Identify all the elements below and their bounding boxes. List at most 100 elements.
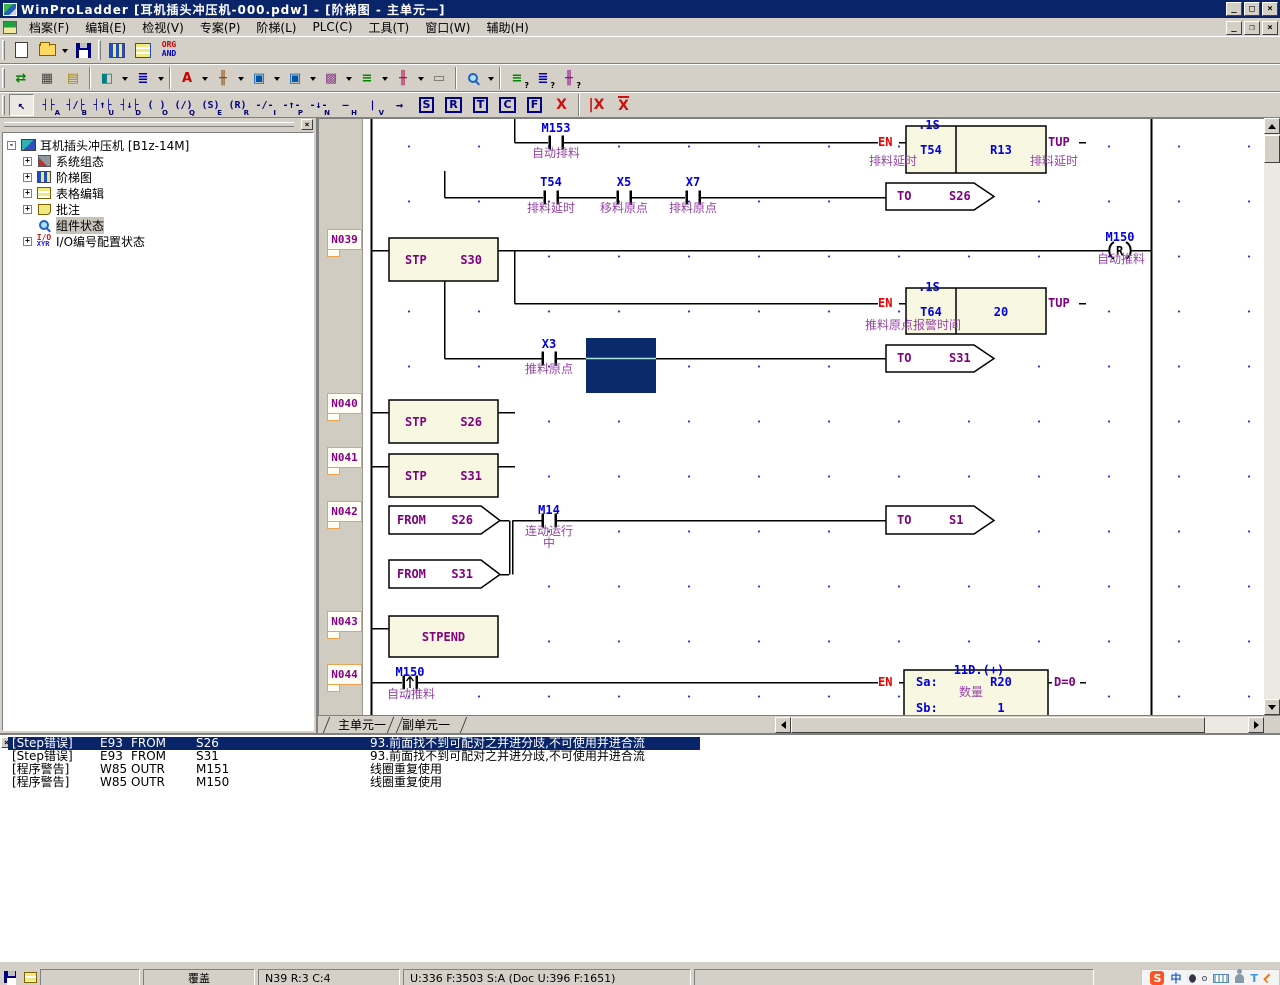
stp-s30-box[interactable]: STPS30 <box>389 238 498 281</box>
open-button[interactable] <box>35 38 59 62</box>
contact-down-tool[interactable]: ┤↓├D <box>117 94 142 116</box>
chip-button[interactable]: ▦ <box>35 66 59 90</box>
horizontal-scrollbar[interactable] <box>775 717 1264 733</box>
network-label-n041[interactable]: N041 <box>327 447 362 468</box>
ladder-query-button[interactable]: ≣? <box>531 66 555 90</box>
document-icon[interactable] <box>3 21 17 34</box>
menu-plc[interactable]: PLC(C) <box>304 19 360 35</box>
device-a-dropdown[interactable] <box>346 77 352 84</box>
step-s-tool[interactable]: S <box>414 94 439 116</box>
minimize-button[interactable]: _ <box>1226 2 1242 16</box>
menu-view[interactable]: 检视(V) <box>134 18 192 37</box>
tree-item-system-config[interactable]: + 系统组态 <box>23 153 104 169</box>
tree-root[interactable]: - 耳机插头冲压机 [B1z-14M] <box>7 137 189 153</box>
contact-t54[interactable]: T54 <box>531 176 571 188</box>
contact-up-tool[interactable]: ┤↑├U <box>90 94 115 116</box>
status-query-button[interactable]: ≡? <box>505 66 529 90</box>
rising-tool[interactable]: -↑-P <box>279 94 304 116</box>
contact-query-button[interactable]: ╫? <box>557 66 581 90</box>
coil-out-tool[interactable]: ( )O <box>144 94 169 116</box>
contact-m14[interactable]: M14 <box>529 504 569 516</box>
coil-not-tool[interactable]: (/)Q <box>171 94 196 116</box>
to-s26-arg[interactable]: S26 <box>949 190 971 202</box>
tree-item-comment[interactable]: + 批注 <box>23 201 80 217</box>
window-cascade-button[interactable]: ▭ <box>427 66 451 90</box>
edit-ladder-button[interactable] <box>131 38 155 62</box>
contact-monitor-dropdown[interactable] <box>238 77 244 84</box>
message-row[interactable]: [程序警告] W85 OUTR M151 线圈重复使用 <box>0 763 1280 776</box>
scroll-up-button[interactable] <box>1264 118 1280 134</box>
delete-row-tool[interactable]: X <box>611 94 636 116</box>
message-row[interactable]: [Step错误] E93 FROM S31 93.前面找不到可配对之并进分歧,不… <box>0 750 1280 763</box>
monitor-ladder-button[interactable] <box>105 38 129 62</box>
status-list-button[interactable]: ≡ <box>355 66 379 90</box>
collapse-icon[interactable]: - <box>7 141 16 150</box>
device-m-dropdown[interactable] <box>418 77 424 84</box>
device-m-button[interactable]: ╫ <box>391 66 415 90</box>
stpend-box[interactable]: STPEND <box>389 616 498 657</box>
expand-icon[interactable]: + <box>23 173 32 182</box>
panel-grip[interactable] <box>4 122 294 127</box>
menu-window[interactable]: 窗口(W) <box>417 18 478 37</box>
network-label-n040[interactable]: N040 <box>327 393 362 414</box>
io-transfer-button[interactable]: ⇄ <box>9 66 33 90</box>
soft-keyboard-icon[interactable] <box>1213 974 1229 983</box>
network-label-n044[interactable]: N044 <box>327 664 362 685</box>
falling-tool[interactable]: -↓-N <box>306 94 331 116</box>
stp-s31-box[interactable]: STPS31 <box>389 454 498 497</box>
contact-x7[interactable]: X7 <box>673 176 713 188</box>
status-edit-icon[interactable] <box>22 970 38 984</box>
contact-m153[interactable]: M153 <box>536 122 576 134</box>
counter-tool[interactable]: C <box>495 94 520 116</box>
from-s31-box[interactable]: FROMS31 <box>389 560 481 588</box>
new-button[interactable] <box>9 38 33 62</box>
app-icon[interactable] <box>3 3 17 16</box>
menu-project[interactable]: 专案(P) <box>192 18 249 37</box>
scroll-right-button[interactable] <box>1248 717 1264 733</box>
network-label-n039[interactable]: N039 <box>327 229 362 250</box>
register-table-button[interactable]: ▤ <box>61 66 85 90</box>
message-row[interactable]: [程序警告] W85 OUTR M150 线圈重复使用 <box>0 776 1280 789</box>
project-view-dropdown[interactable] <box>122 77 128 84</box>
timer-tool[interactable]: T <box>468 94 493 116</box>
scroll-left-button[interactable] <box>775 717 791 733</box>
edit-mode-button[interactable]: A <box>175 66 199 90</box>
panel-close-button[interactable]: × <box>301 119 313 130</box>
save-button[interactable] <box>71 38 95 62</box>
monitor-x-dropdown[interactable] <box>274 77 280 84</box>
chinese-mode-icon[interactable]: 中 <box>1170 970 1181 985</box>
open-dropdown[interactable] <box>62 49 68 56</box>
project-view-button[interactable]: ◧ <box>95 66 119 90</box>
timer1-preset[interactable]: R13 <box>981 144 1021 156</box>
menu-edit[interactable]: 编辑(E) <box>77 18 134 37</box>
child-minimize-button[interactable]: _ <box>1226 21 1242 35</box>
expand-icon[interactable]: + <box>23 189 32 198</box>
network-label-n043[interactable]: N043 <box>327 611 362 632</box>
ladder-canvas[interactable]: N039 N040 N041 N042 N043 N044 M153 自动排料 … <box>318 118 1264 715</box>
expand-icon[interactable]: + <box>23 205 32 214</box>
ladder-view-dropdown[interactable] <box>158 77 164 84</box>
invert-tool[interactable]: -/-I <box>252 94 277 116</box>
tools-icon[interactable]: L <box>1260 971 1274 985</box>
to-s31-arg[interactable]: S31 <box>949 352 971 364</box>
contact-x3[interactable]: X3 <box>529 338 569 350</box>
tree-item-ladder[interactable]: + 阶梯图 <box>23 169 92 185</box>
toolbar-grip[interactable] <box>2 95 5 115</box>
selection-cursor[interactable] <box>586 338 656 393</box>
vertical-scroll-thumb[interactable] <box>1264 135 1280 163</box>
network-label-n042[interactable]: N042 <box>327 501 362 522</box>
tree-item-io-config[interactable]: + I/OXYR I/O编号配置状态 <box>23 233 145 249</box>
tree-item-component-status[interactable]: 组件状态 <box>36 217 104 233</box>
sogou-icon[interactable]: S <box>1150 971 1164 985</box>
toolbar-grip[interactable] <box>98 40 101 60</box>
scroll-down-button[interactable] <box>1264 699 1280 715</box>
expand-icon[interactable]: + <box>23 237 32 246</box>
punctuation-icon[interactable] <box>1202 976 1207 981</box>
delete-col-tool[interactable]: |X <box>584 94 609 116</box>
vertical-scrollbar[interactable] <box>1264 118 1280 715</box>
edit-mode-dropdown[interactable] <box>202 77 208 84</box>
close-button[interactable]: × <box>1262 2 1278 16</box>
maximize-button[interactable]: □ <box>1244 2 1260 16</box>
menu-file[interactable]: 档案(F) <box>21 18 77 37</box>
to-s31-op[interactable]: TO <box>897 352 911 364</box>
